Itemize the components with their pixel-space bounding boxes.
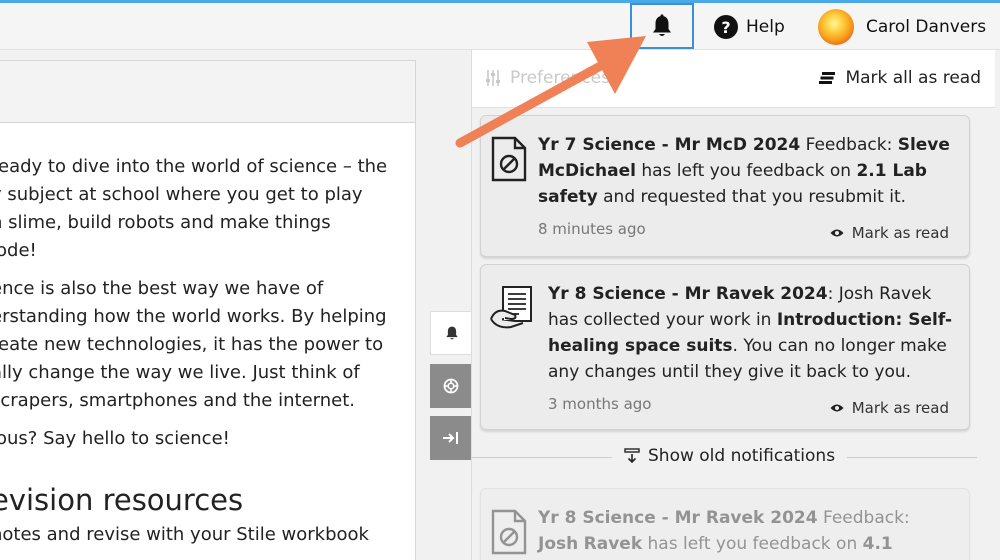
class-name: Yr 7 Science - Mr McD 2024 [538, 135, 801, 155]
mark-as-read-label: Mark as read [851, 399, 949, 417]
bell-icon [653, 14, 671, 36]
preferences-button[interactable]: Preferences [484, 68, 610, 88]
text-line: reate new technologies, it has the power… [0, 334, 384, 355]
notification-body: has left you feedback on [647, 534, 858, 554]
show-old-notifications-button[interactable]: Show old notifications [612, 446, 848, 466]
teacher-name: Josh [538, 534, 579, 554]
eye-icon [830, 229, 844, 237]
text-line: ready to dive into the world of science … [0, 156, 388, 177]
mark-all-read-button[interactable]: Mark all as read [819, 68, 981, 88]
lesson-content-card: ready to dive into the world of science … [0, 60, 416, 560]
help-label: Help [746, 17, 785, 37]
avatar [818, 9, 854, 45]
mark-all-icon [819, 72, 836, 84]
notification-card[interactable]: Yr 8 Science - Mr Ravek 2024: Josh Ravek… [480, 264, 970, 430]
text-line: h slime, build robots and make things [0, 212, 331, 233]
notification-kind: Feedback: [805, 135, 893, 155]
notification-body: and requested that you resubmit it. [603, 187, 907, 207]
text-line: scrapers, smartphones and the internet. [0, 390, 355, 411]
notification-text: Yr 8 Science - Mr Ravek 2024 Feedback: J… [538, 505, 953, 560]
document-blocked-icon [491, 136, 527, 182]
top-bar: ? Help Carol Danvers [0, 0, 1000, 50]
preferences-label: Preferences [510, 68, 610, 88]
text-line: ally change the way we live. Just think … [0, 362, 360, 383]
notification-body: has left you feedback on [641, 161, 852, 181]
notifications-panel: Preferences Mark all as read Yr 7 Scienc… [471, 50, 995, 560]
mark-all-label: Mark all as read [845, 68, 981, 88]
notification-time: 3 months ago [548, 395, 652, 413]
text-line: y subject at school where you get to pla… [0, 184, 363, 205]
mark-as-read-button[interactable]: Mark as read [830, 224, 949, 242]
content-header [0, 61, 415, 123]
tab-notifications[interactable] [430, 311, 472, 355]
text-line: erstanding how the world works. By helpi… [0, 306, 387, 327]
lifebuoy-icon [443, 378, 459, 394]
old-notification-card[interactable]: Yr 8 Science - Mr Ravek 2024 Feedback: J… [480, 488, 970, 560]
paragraph-hello: ious? Say hello to science! [0, 425, 415, 453]
eye-icon [830, 404, 844, 412]
section-heading: evision resources [0, 483, 244, 517]
notification-text: Yr 8 Science - Mr Ravek 2024: Josh Ravek… [548, 281, 953, 385]
mark-as-read-button[interactable]: Mark as read [830, 399, 949, 417]
user-menu[interactable]: Carol Danvers [818, 8, 986, 46]
archive-down-icon [624, 448, 640, 464]
user-name: Carol Danvers [866, 17, 987, 37]
notification-card[interactable]: Yr 7 Science - Mr McD 2024 Feedback: Sle… [480, 115, 970, 257]
notification-time: 8 minutes ago [538, 220, 646, 238]
paragraph-science: ence is also the best way we have of ers… [0, 275, 415, 415]
teacher-name: Ravek [583, 534, 643, 554]
text-line: lode! [0, 240, 37, 261]
section-subline: notes and revise with your Stile workboo… [0, 524, 369, 545]
document-blocked-icon [491, 509, 527, 555]
sliders-icon [486, 70, 500, 86]
class-name: Yr 8 Science - Mr Ravek 2024 [538, 508, 818, 528]
content-body: ready to dive into the world of science … [0, 123, 415, 549]
hand-document-icon [490, 286, 532, 329]
paragraph-intro: ready to dive into the world of science … [0, 153, 415, 265]
text-line: ious? Say hello to science! [0, 428, 230, 449]
notifications-button[interactable] [630, 3, 694, 49]
panel-header: Preferences Mark all as read [472, 50, 995, 108]
bell-icon [445, 326, 458, 340]
help-icon: ? [714, 15, 738, 39]
text-line: ence is also the best way we have of [0, 278, 324, 299]
show-old-label: Show old notifications [648, 446, 836, 466]
notification-kind: Feedback: [822, 508, 910, 528]
tab-help[interactable] [430, 364, 472, 408]
notification-text: Yr 7 Science - Mr McD 2024 Feedback: Sle… [538, 132, 953, 210]
mark-as-read-label: Mark as read [851, 224, 949, 242]
help-button[interactable]: ? Help [714, 13, 785, 41]
class-name: Yr 8 Science - Mr Ravek 2024 [548, 284, 828, 304]
collapse-right-icon [443, 432, 458, 444]
tab-collapse-panel[interactable] [430, 416, 472, 460]
